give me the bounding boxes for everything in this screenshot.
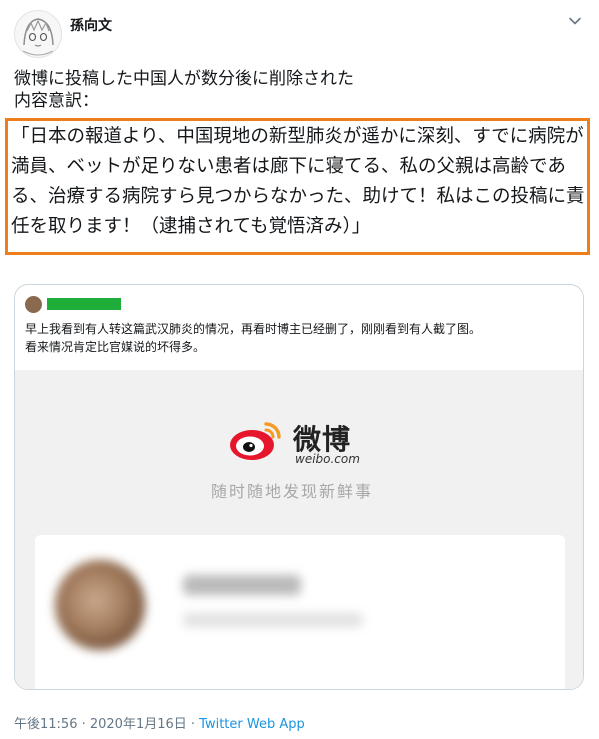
redacted-name-bar — [47, 298, 121, 310]
author-avatar[interactable] — [14, 10, 62, 58]
quoted-line-1: 早上我看到有人转这篇武汉肺炎的情况，再看时博主已经删了，刚刚看到有人截了图。 — [25, 322, 482, 336]
quoted-line-2: 看来情况肯定比官媒说的坏得多。 — [25, 340, 206, 354]
chevron-down-icon[interactable] — [568, 14, 582, 28]
quoted-tweet-card[interactable]: 早上我看到有人转这篇武汉肺炎的情况，再看时博主已经删了，刚刚看到有人截了图。 看… — [14, 284, 584, 690]
anime-avatar-icon — [15, 11, 61, 57]
quoted-tweet-text: 早上我看到有人转这篇武汉肺炎的情况，再看时博主已经删了，刚刚看到有人截了图。 看… — [25, 320, 575, 356]
tweet-quote-text: 「日本の報道より、中国現地の新型肺炎が遥かに深刻、すでに病院が満員、ベットが足り… — [11, 126, 585, 237]
blurred-avatar — [55, 560, 145, 650]
author-name[interactable]: 孫向文 — [70, 15, 112, 35]
tweet-meta: 午後11:56 · 2020年1月16日 · Twitter Web App — [14, 713, 305, 732]
weibo-slogan: 随时随地发现新鲜事 — [211, 482, 374, 501]
blurred-username — [183, 575, 301, 595]
tweet-timestamp[interactable]: 午後11:56 · 2020年1月16日 · — [14, 717, 199, 732]
blurred-meta — [183, 613, 363, 627]
weibo-screenshot[interactable]: 微博 weibo.com 随时随地发现新鲜事 — [15, 370, 583, 689]
weibo-logo-icon — [230, 422, 281, 460]
tweet-source-link[interactable]: Twitter Web App — [199, 717, 305, 732]
tweet-line-2: 内容意訳： — [14, 91, 99, 111]
tweet-text: 微博に投稿した中国人が数分後に削除された 内容意訳： — [14, 68, 589, 112]
weibo-domain: weibo.com — [295, 452, 360, 466]
weibo-profile-card — [35, 535, 565, 689]
quoted-author-avatar — [25, 296, 42, 313]
tweet-line-1: 微博に投稿した中国人が数分後に削除された — [14, 69, 354, 89]
